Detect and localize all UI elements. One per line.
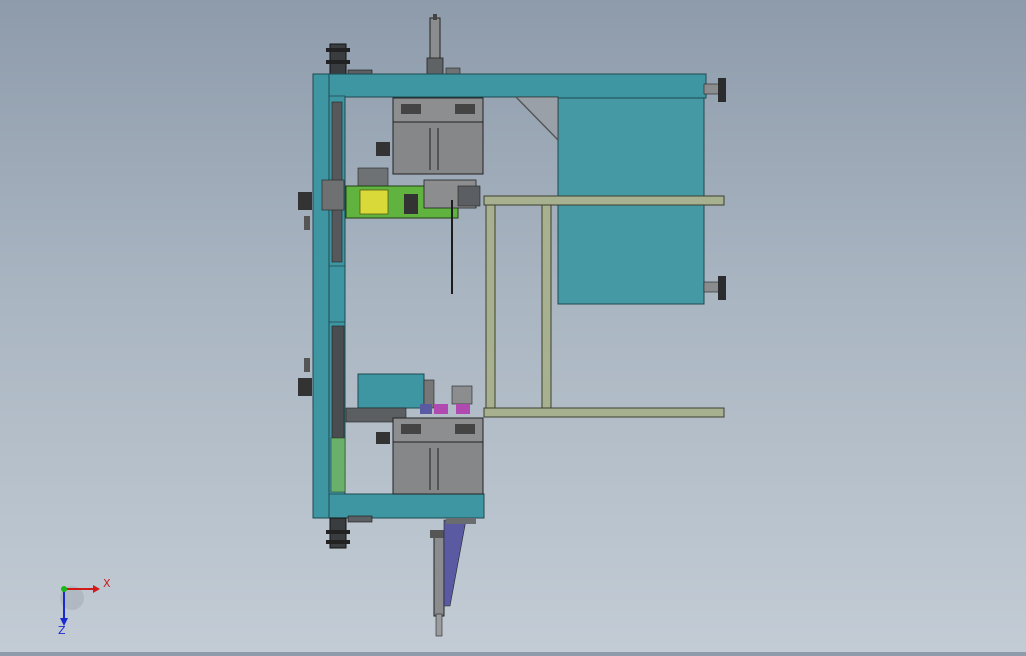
left-side-sensors — [298, 192, 312, 396]
cad-viewport[interactable]: X Z — [0, 0, 1026, 652]
machine-assembly[interactable] — [298, 14, 726, 637]
right-pins — [703, 78, 726, 300]
lower-teal-fixture — [345, 373, 473, 423]
axis-triad: X Z — [58, 577, 111, 637]
model-view-svg[interactable]: X Z — [0, 0, 1026, 652]
lower-gray-module — [376, 417, 484, 495]
x-axis-arrow-icon — [93, 585, 100, 593]
z-axis-label: Z — [58, 624, 66, 637]
top-left-mount — [326, 43, 373, 77]
green-yellow-assembly — [321, 167, 481, 294]
upper-gray-module — [376, 97, 484, 175]
guard-panel — [557, 75, 705, 305]
bottom-cylinder — [430, 518, 476, 637]
top-cylinder — [426, 14, 461, 77]
y-axis-dot-icon — [61, 586, 67, 592]
bottom-left-mount — [326, 515, 373, 549]
x-axis-label: X — [103, 577, 111, 590]
